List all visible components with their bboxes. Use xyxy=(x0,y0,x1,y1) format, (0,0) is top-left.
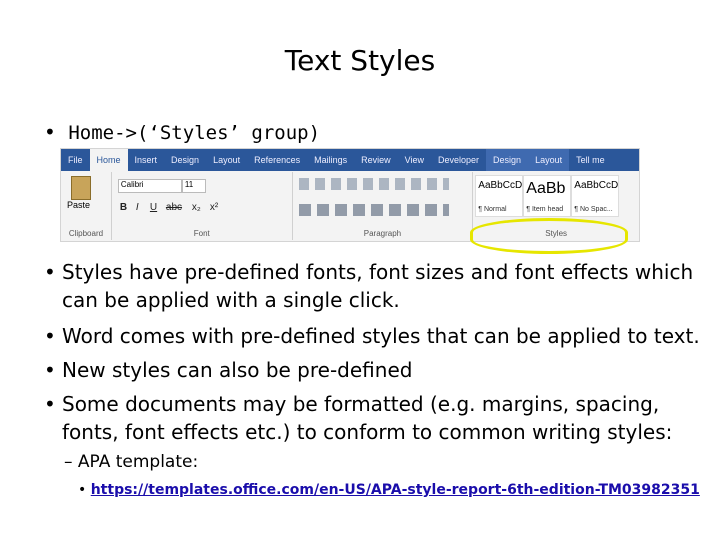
list-buttons[interactable] xyxy=(298,178,449,190)
style-item-head[interactable]: AaBb ¶ Item head xyxy=(523,175,572,217)
tab-table-layout[interactable]: Layout xyxy=(528,149,570,171)
tab-review[interactable]: Review xyxy=(354,149,398,171)
style-name: ¶ Item head xyxy=(526,206,564,213)
tab-view[interactable]: View xyxy=(398,149,431,171)
font-name-select[interactable]: Calibri xyxy=(117,179,182,193)
style-no-spacing[interactable]: AaBbCcD ¶ No Spac... xyxy=(571,175,620,217)
tab-design[interactable]: Design xyxy=(164,149,206,171)
paragraph-group: Paragraph xyxy=(293,172,474,240)
paragraph-group-label: Paragraph xyxy=(363,229,402,238)
bullet-item: • New styles can also be pre-defined xyxy=(44,358,412,382)
italic-button[interactable]: I xyxy=(136,202,139,213)
bullet-continuation: fonts, font effects etc.) to conform to … xyxy=(62,420,673,444)
paste-icon[interactable] xyxy=(71,176,91,200)
bold-button[interactable]: B xyxy=(120,202,127,213)
font-group-label: Font xyxy=(193,229,210,238)
clipboard-group: Paste Clipboard xyxy=(61,172,112,240)
bullet-dot: • xyxy=(44,392,56,416)
tab-layout[interactable]: Layout xyxy=(206,149,247,171)
style-preview: AaBb xyxy=(526,180,566,197)
font-group: Calibri 11 B I U abc x₂ x² Font xyxy=(112,172,293,240)
bullet-dot: • xyxy=(44,260,56,284)
page-title: Text Styles xyxy=(284,44,436,77)
style-preview: AaBbCcD xyxy=(478,180,523,191)
tab-references[interactable]: References xyxy=(247,149,307,171)
font-size-select[interactable]: 11 xyxy=(181,179,206,193)
styles-highlight-ellipse xyxy=(470,218,628,254)
tab-mailings[interactable]: Mailings xyxy=(307,149,354,171)
bullet-item: • Styles have pre-defined fonts, font siz… xyxy=(44,260,693,284)
bullet-dot: • xyxy=(44,324,56,348)
alignment-buttons[interactable] xyxy=(298,204,449,216)
bullet-text: Word comes with pre-defined styles that … xyxy=(62,324,700,348)
superscript-button[interactable]: x² xyxy=(210,202,218,213)
paste-button[interactable]: Paste xyxy=(67,200,90,210)
bullet-dot: • xyxy=(78,482,91,498)
tab-home[interactable]: Home xyxy=(89,149,128,171)
intro-bullet: • Home->(‘Styles’ group) xyxy=(44,120,320,144)
bullet-text: New styles can also be pre-defined xyxy=(62,358,413,382)
style-name: ¶ Normal xyxy=(478,206,507,213)
apa-template-link[interactable]: https://templates.office.com/en-US/APA-s… xyxy=(91,482,700,498)
bullet-item: • Some documents may be formatted (e.g. m… xyxy=(44,392,659,416)
tab-insert[interactable]: Insert xyxy=(128,149,165,171)
sub-bullet-apa: – APA template: xyxy=(64,452,199,472)
ribbon-tab-bar: File Home Insert Design Layout Reference… xyxy=(61,149,639,171)
strikethrough-button[interactable]: abc xyxy=(166,202,182,213)
bullet-dot: • xyxy=(44,120,56,144)
tab-table-design[interactable]: Design xyxy=(486,149,529,171)
style-preview: AaBbCcD xyxy=(574,180,619,191)
tab-developer[interactable]: Developer xyxy=(431,149,486,171)
bullet-continuation: can be applied with a single click. xyxy=(62,288,400,312)
intro-text: Home->(‘Styles’ group) xyxy=(68,122,321,144)
bullet-item: • Word comes with pre-defined styles that… xyxy=(44,324,700,348)
bullet-text: Some documents may be formatted (e.g. ma… xyxy=(62,392,660,416)
bullet-text: Styles have pre-defined fonts, font size… xyxy=(62,260,694,284)
clipboard-group-label: Clipboard xyxy=(68,229,104,238)
bullet-dot: • xyxy=(44,358,56,382)
tab-tell-me[interactable]: Tell me xyxy=(569,149,612,171)
link-row: • https://templates.office.com/en-US/APA… xyxy=(78,482,700,498)
underline-button[interactable]: U xyxy=(150,202,157,213)
style-name: ¶ No Spac... xyxy=(574,206,613,213)
tab-file[interactable]: File xyxy=(61,149,90,171)
style-normal[interactable]: AaBbCcD ¶ Normal xyxy=(475,175,524,217)
subscript-button[interactable]: x₂ xyxy=(192,202,201,213)
